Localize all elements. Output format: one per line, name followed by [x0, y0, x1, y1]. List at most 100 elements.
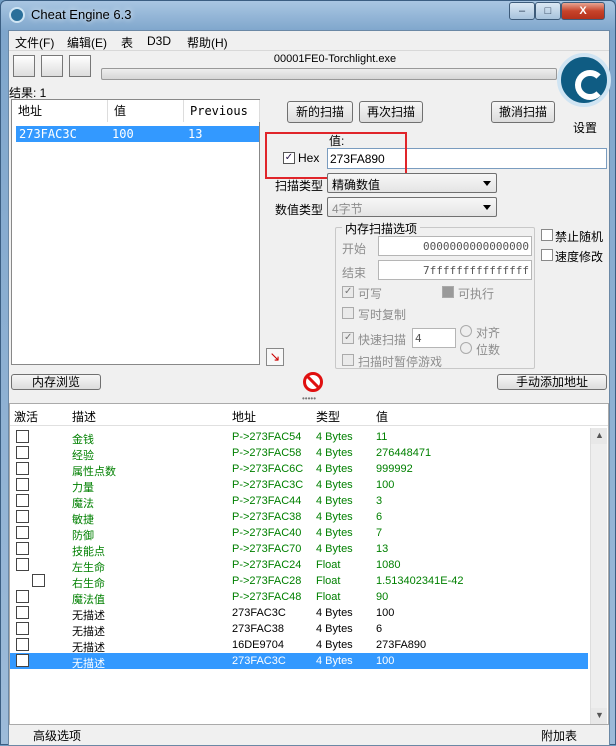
window-title: Cheat Engine 6.3 [31, 7, 132, 22]
next-scan-button[interactable]: 再次扫描 [359, 101, 423, 123]
table-row[interactable]: 属性点数 P->273FAC6C 4 Bytes 999992 [10, 461, 588, 478]
row-value: 999992 [376, 463, 413, 475]
table-row[interactable]: 无描述 273FAC3C 4 Bytes 100 [10, 653, 588, 670]
found-value: 100 [112, 127, 134, 141]
table-row[interactable]: 技能点 P->273FAC70 4 Bytes 13 [10, 541, 588, 558]
row-type: Float [316, 591, 341, 603]
menu-edit[interactable]: 编辑(E) [67, 34, 107, 51]
active-checkbox[interactable] [16, 542, 29, 555]
open-file-icon[interactable] [41, 55, 63, 77]
active-checkbox[interactable] [16, 494, 29, 507]
menu-d3d[interactable]: D3D [147, 34, 171, 48]
active-checkbox[interactable] [16, 606, 29, 619]
col-value[interactable]: 值 [108, 100, 184, 122]
first-scan-button[interactable]: 新的扫描 [287, 101, 353, 123]
table-row[interactable]: 敏捷 P->273FAC38 4 Bytes 6 [10, 509, 588, 526]
client-area: 文件(F) 编辑(E) 表 D3D 帮助(H) 00001FE0-Torchli… [8, 30, 611, 746]
unrandomizer-label: 禁止随机 [555, 230, 604, 244]
found-previous: 13 [188, 127, 203, 141]
active-checkbox[interactable] [16, 510, 29, 523]
col-ct-value[interactable]: 值 [376, 408, 388, 425]
table-row[interactable]: 无描述 16DE9704 4 Bytes 273FA890 [10, 637, 588, 654]
cheat-table-scrollbar[interactable]: ▲ ▼ [590, 428, 607, 724]
scan-type-select[interactable]: 精确数值 [327, 173, 497, 193]
fast-scan-label: 快速扫描 [358, 333, 407, 347]
cheat-table[interactable]: 激活 描述 地址 类型 值 金钱 P->273FAC54 4 Bytes 11 经验 P-… [9, 403, 609, 725]
found-address-list[interactable]: 地址 值 Previous 273FAC3C 100 13 [11, 99, 260, 365]
scan-type-label: 扫描类型 [275, 179, 324, 193]
table-row[interactable]: 力量 P->273FAC3C 4 Bytes 100 [10, 477, 588, 494]
scroll-up-icon[interactable]: ▲ [591, 428, 607, 444]
panel-splitter[interactable]: ••••• [299, 395, 319, 403]
title-bar[interactable]: Cheat Engine 6.3 – □ X [1, 1, 615, 29]
table-row[interactable]: 魔法 P->273FAC44 4 Bytes 3 [10, 493, 588, 510]
active-checkbox[interactable] [16, 622, 29, 635]
active-checkbox[interactable] [16, 430, 29, 443]
col-active[interactable]: 激活 [14, 408, 38, 425]
active-checkbox[interactable] [32, 574, 45, 587]
active-checkbox[interactable] [16, 526, 29, 539]
fast-scan-input[interactable]: 4 [412, 328, 456, 348]
table-row[interactable]: 金钱 P->273FAC54 4 Bytes 11 [10, 429, 588, 446]
row-value: 6 [376, 511, 383, 523]
pause-game-checkbox[interactable] [342, 354, 354, 366]
active-checkbox[interactable] [16, 446, 29, 459]
row-value: 273FA890 [376, 639, 427, 651]
save-icon[interactable] [69, 55, 91, 77]
last-digits-radio[interactable] [460, 342, 472, 354]
add-to-list-arrow-icon[interactable]: ↘ [266, 348, 284, 366]
found-row[interactable]: 273FAC3C 100 13 [16, 126, 259, 142]
active-checkbox[interactable] [16, 478, 29, 491]
undo-scan-button[interactable]: 撤消扫描 [491, 101, 555, 123]
table-row[interactable]: 经验 P->273FAC58 4 Bytes 276448471 [10, 445, 588, 462]
table-row[interactable]: 无描述 273FAC38 4 Bytes 6 [10, 621, 588, 638]
executable-checkbox[interactable] [442, 286, 454, 298]
row-address: 273FAC38 [232, 623, 284, 635]
active-checkbox[interactable] [16, 638, 29, 651]
active-checkbox[interactable] [16, 462, 29, 475]
active-checkbox[interactable] [16, 590, 29, 603]
table-row[interactable]: 魔法值 P->273FAC48 Float 90 [10, 589, 588, 606]
fast-scan-checkbox[interactable]: ✓ [342, 332, 354, 344]
row-type: 4 Bytes [316, 543, 353, 555]
col-previous[interactable]: Previous [184, 100, 260, 122]
add-address-manually-button[interactable]: 手动添加地址 [497, 374, 607, 390]
stop-address-input[interactable]: 7fffffffffffffff [378, 260, 532, 280]
table-extras-link[interactable]: 附加表 [541, 727, 577, 744]
speedhack-label: 速度修改 [555, 250, 604, 264]
speedhack-checkbox[interactable] [541, 249, 553, 261]
status-bar: 高级选项 附加表 [9, 725, 609, 745]
active-checkbox[interactable] [16, 654, 29, 667]
menu-table[interactable]: 表 [121, 34, 133, 51]
unrandomizer-checkbox[interactable] [541, 229, 553, 241]
col-description[interactable]: 描述 [72, 408, 96, 425]
table-row[interactable]: 右生命 P->273FAC28 Float 1.513402341E-42 [10, 573, 588, 590]
row-value: 100 [376, 655, 395, 667]
menu-file[interactable]: 文件(F) [15, 34, 54, 51]
stop-icon[interactable] [303, 372, 323, 392]
table-row[interactable]: 左生命 P->273FAC24 Float 1080 [10, 557, 588, 574]
advanced-options-link[interactable]: 高级选项 [33, 727, 81, 744]
cheat-engine-logo-icon[interactable] [557, 53, 611, 107]
table-row[interactable]: 无描述 273FAC3C 4 Bytes 100 [10, 605, 588, 622]
minimize-button[interactable]: – [509, 2, 535, 20]
scroll-down-icon[interactable]: ▼ [591, 708, 607, 724]
alignment-radio[interactable] [460, 325, 472, 337]
col-ct-address[interactable]: 地址 [232, 408, 256, 425]
open-process-icon[interactable] [13, 55, 35, 77]
value-type-select[interactable]: 4字节 [327, 197, 497, 217]
maximize-button[interactable]: □ [535, 2, 561, 20]
close-button[interactable]: X [561, 2, 605, 20]
writable-checkbox[interactable]: ✓ [342, 286, 354, 298]
start-address-input[interactable]: 0000000000000000 [378, 236, 532, 256]
table-row[interactable]: 防御 P->273FAC40 4 Bytes 7 [10, 525, 588, 542]
found-address: 273FAC3C [19, 127, 77, 141]
settings-label[interactable]: 设置 [573, 119, 597, 136]
memory-view-button[interactable]: 内存浏览 [11, 374, 101, 390]
col-type[interactable]: 类型 [316, 408, 340, 425]
col-address[interactable]: 地址 [12, 100, 108, 122]
row-type: Float [316, 575, 341, 587]
copy-on-write-checkbox[interactable] [342, 307, 354, 319]
active-checkbox[interactable] [16, 558, 29, 571]
menu-help[interactable]: 帮助(H) [187, 34, 228, 51]
